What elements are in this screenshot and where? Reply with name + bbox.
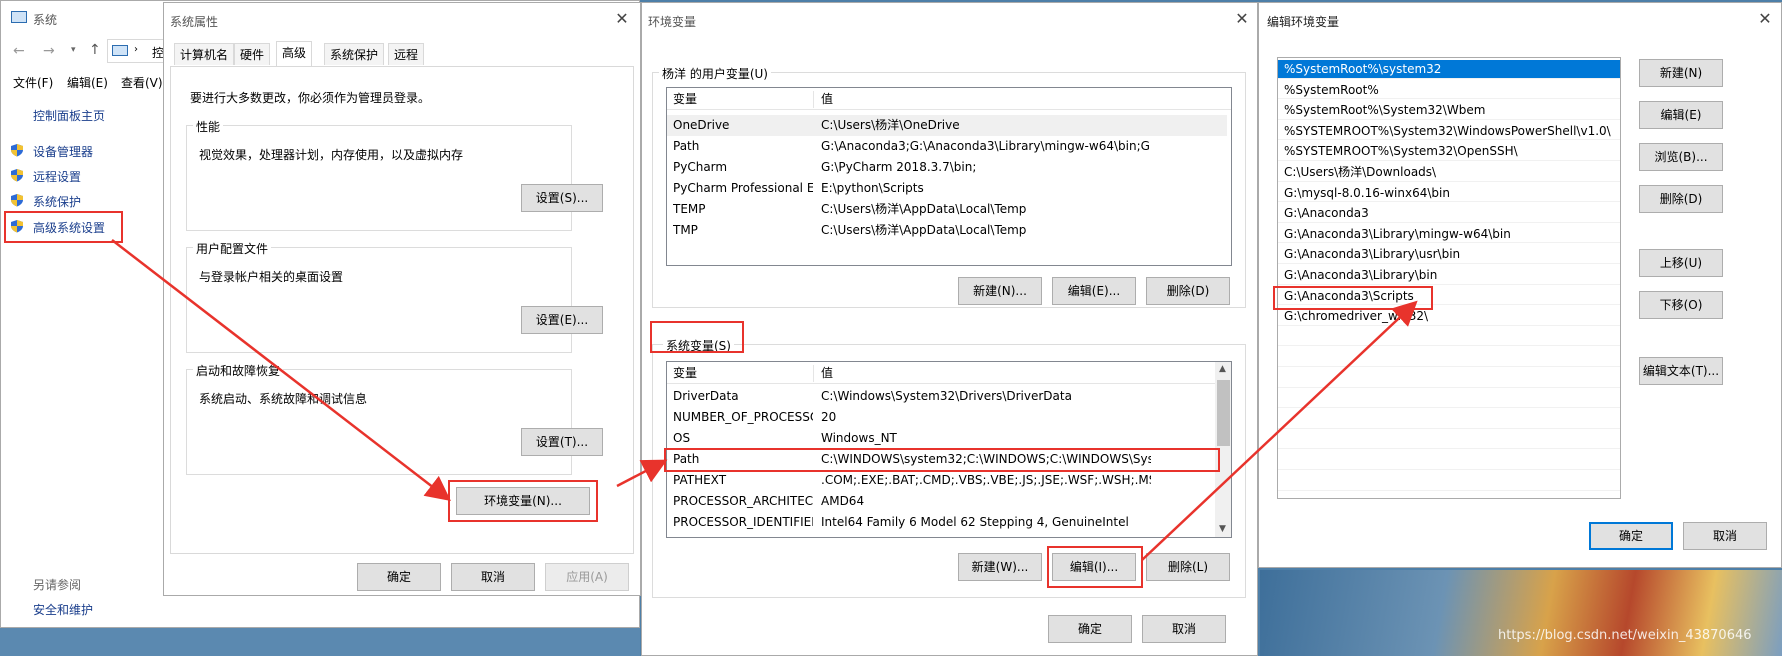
annotation-arrows: [111, 239, 1418, 561]
arrow-to-env-button: [111, 239, 451, 502]
arrow-to-path-row: [616, 459, 668, 488]
arrow-to-scripts-entry: [1141, 300, 1418, 561]
